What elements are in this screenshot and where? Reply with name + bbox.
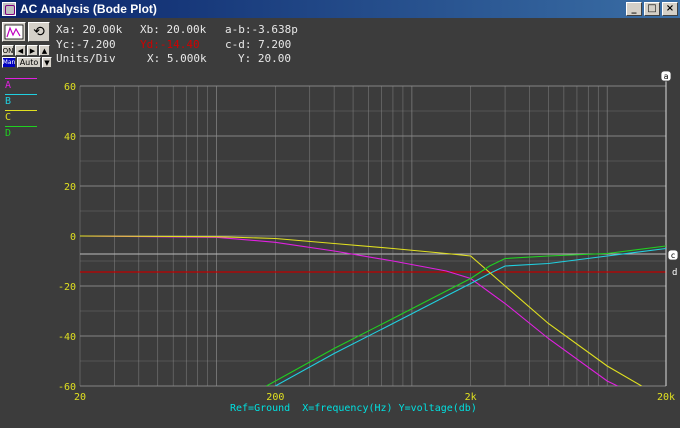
- y-tick-label: 60: [64, 82, 76, 93]
- y-tick-label: 0: [70, 232, 76, 243]
- y-tick-label: -20: [58, 282, 76, 293]
- y-tick-label: 40: [64, 132, 76, 143]
- cursor-marker-d-text: d: [672, 268, 677, 278]
- y-tick-label: 20: [64, 182, 76, 193]
- x-tick-label: 20: [74, 392, 86, 403]
- x-axis-caption: Ref=Ground X=frequency(Hz) Y=voltage(db): [230, 403, 477, 414]
- cursor-marker-c-text: c: [671, 251, 676, 260]
- x-tick-label: 200: [266, 392, 284, 403]
- y-tick-label: -40: [58, 332, 76, 343]
- x-tick-label: 20k: [657, 392, 675, 403]
- series-line-a: [80, 235, 619, 386]
- cursor-marker-a-text: a: [664, 72, 669, 81]
- bode-plot-chart[interactable]: 6040200-20-40-6020 200 2k 20kacd: [0, 0, 680, 428]
- x-tick-label: 2k: [465, 392, 477, 403]
